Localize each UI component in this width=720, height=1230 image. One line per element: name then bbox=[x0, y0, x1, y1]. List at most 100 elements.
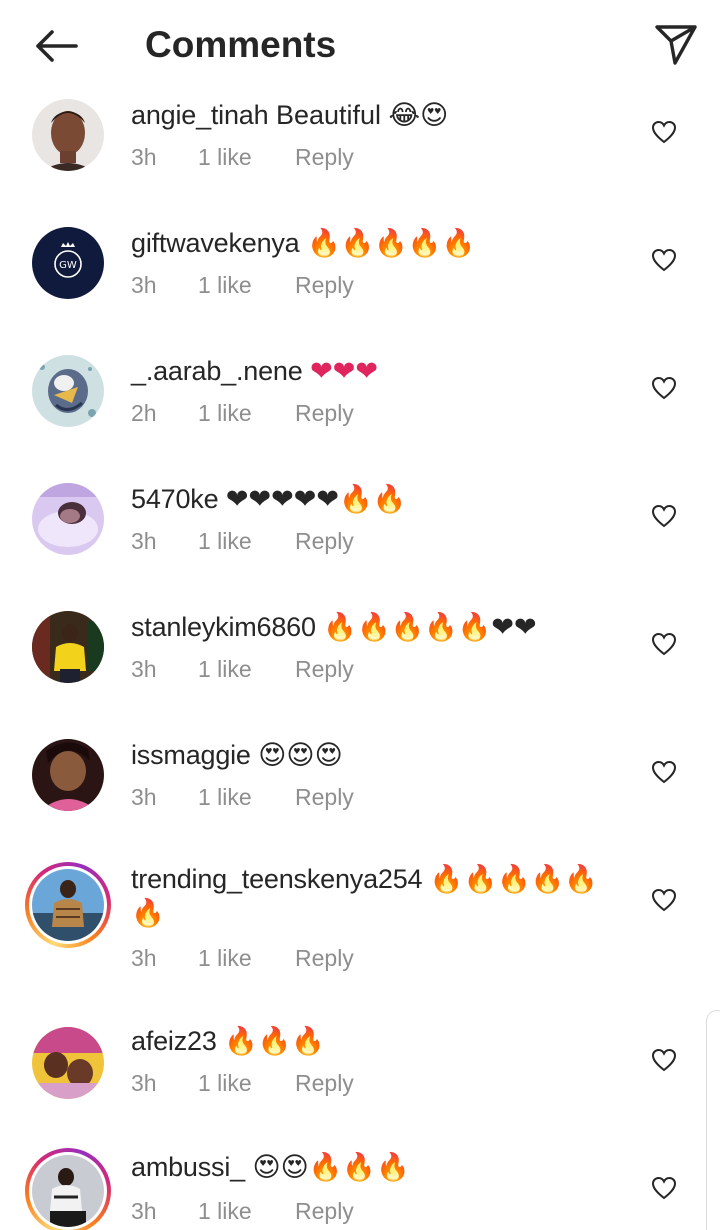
comment-content: issmaggie 😍😍😍 bbox=[131, 738, 631, 772]
comment-time: 3h bbox=[131, 945, 157, 971]
comment-username[interactable]: trending_teenskenya254 bbox=[131, 864, 423, 894]
avatar-image bbox=[32, 99, 104, 171]
avatar-monogram: GW bbox=[59, 260, 77, 271]
scroll-handle[interactable] bbox=[706, 1010, 720, 1230]
comment-time: 3h bbox=[131, 1198, 157, 1224]
comment-username[interactable]: giftwavekenya bbox=[131, 228, 300, 258]
comment-likes[interactable]: 1 like bbox=[198, 943, 295, 973]
comment-likes[interactable]: 1 like bbox=[198, 1068, 295, 1098]
avatar[interactable] bbox=[32, 611, 104, 683]
comment-likes[interactable]: 1 like bbox=[198, 142, 295, 172]
avatar-image: GW bbox=[32, 227, 104, 299]
reply-button[interactable]: Reply bbox=[295, 782, 354, 812]
reply-button[interactable]: Reply bbox=[295, 654, 354, 684]
comment-likes[interactable]: 1 like bbox=[198, 270, 295, 300]
comment-username[interactable]: stanleykim6860 bbox=[131, 612, 316, 642]
like-button[interactable] bbox=[648, 372, 680, 404]
comment-text: Beautiful 😂😍 bbox=[275, 100, 449, 130]
comment-content: _.aarab_.nene ❤❤❤ bbox=[131, 354, 631, 388]
comment-username[interactable]: 5470ke bbox=[131, 484, 219, 514]
reply-button[interactable]: Reply bbox=[295, 1196, 354, 1226]
comment-item: ambussi_ 😍😍🔥🔥🔥 3h 1 like Reply bbox=[0, 1148, 720, 1230]
comment-meta: 3h 1 like Reply bbox=[131, 654, 354, 684]
heart-outline-icon bbox=[651, 504, 677, 528]
comments-screen: Comments angie_tinah Beautiful 😂😍 3h 1 li… bbox=[0, 0, 720, 1230]
like-button[interactable] bbox=[648, 1172, 680, 1204]
comment-username[interactable]: ambussi_ bbox=[131, 1152, 245, 1182]
reply-button[interactable]: Reply bbox=[295, 142, 354, 172]
like-button[interactable] bbox=[648, 244, 680, 276]
comment-meta: 3h 1 like Reply bbox=[131, 1196, 354, 1226]
comment-content: angie_tinah Beautiful 😂😍 bbox=[131, 98, 631, 132]
reply-button[interactable]: Reply bbox=[295, 1068, 354, 1098]
avatar-image bbox=[32, 355, 104, 427]
comment-item: trending_teenskenya254 🔥🔥🔥🔥🔥🔥 3h 1 like Re… bbox=[0, 862, 720, 1002]
comment-text: 🔥🔥🔥🔥🔥 bbox=[307, 228, 476, 258]
comment-likes[interactable]: 1 like bbox=[198, 1196, 295, 1226]
comment-content: giftwavekenya 🔥🔥🔥🔥🔥 bbox=[131, 226, 631, 260]
comment-likes[interactable]: 1 like bbox=[198, 398, 295, 428]
comment-meta: 3h 1 like Reply bbox=[131, 782, 354, 812]
avatar[interactable] bbox=[32, 1027, 104, 1099]
comment-likes[interactable]: 1 like bbox=[198, 654, 295, 684]
like-button[interactable] bbox=[648, 500, 680, 532]
comment-username[interactable]: angie_tinah bbox=[131, 100, 269, 130]
reply-button[interactable]: Reply bbox=[295, 526, 354, 556]
avatar-story-ring[interactable] bbox=[25, 1148, 111, 1230]
like-button[interactable] bbox=[648, 1044, 680, 1076]
comment-text: 🔥🔥🔥 bbox=[224, 1026, 326, 1056]
comment-content: 5470ke ❤❤❤❤❤🔥🔥 bbox=[131, 482, 631, 516]
comment-text: ❤❤❤ bbox=[310, 356, 378, 386]
comment-item: afeiz23 🔥🔥🔥 3h 1 like Reply bbox=[0, 1024, 720, 1134]
comment-username[interactable]: afeiz23 bbox=[131, 1026, 217, 1056]
back-button[interactable] bbox=[26, 20, 86, 72]
comment-content: stanleykim6860 🔥🔥🔥🔥🔥❤❤ bbox=[131, 610, 631, 644]
heart-outline-icon bbox=[651, 1176, 677, 1200]
avatar[interactable] bbox=[32, 483, 104, 555]
heart-outline-icon bbox=[651, 248, 677, 272]
heart-outline-icon bbox=[651, 632, 677, 656]
like-button[interactable] bbox=[648, 756, 680, 788]
comment-meta: 3h 1 like Reply bbox=[131, 1068, 354, 1098]
comment-likes[interactable]: 1 like bbox=[198, 782, 295, 812]
paper-plane-icon bbox=[655, 25, 697, 65]
avatar[interactable] bbox=[32, 99, 104, 171]
avatar-image bbox=[32, 739, 104, 811]
comment-item: stanleykim6860 🔥🔥🔥🔥🔥❤❤ 3h 1 like Reply bbox=[0, 610, 720, 720]
comment-content: trending_teenskenya254 🔥🔥🔥🔥🔥🔥 bbox=[131, 862, 621, 930]
avatar[interactable] bbox=[32, 355, 104, 427]
comment-username[interactable]: issmaggie bbox=[131, 740, 251, 770]
avatar-image bbox=[32, 1027, 104, 1099]
like-button[interactable] bbox=[648, 116, 680, 148]
comment-meta: 3h 1 like Reply bbox=[131, 526, 354, 556]
header-bar: Comments bbox=[0, 0, 720, 90]
comment-meta: 3h 1 like Reply bbox=[131, 142, 354, 172]
avatar[interactable] bbox=[32, 739, 104, 811]
comment-time: 2h bbox=[131, 400, 157, 426]
comment-meta: 3h 1 like Reply bbox=[131, 943, 354, 973]
comment-time: 3h bbox=[131, 272, 157, 298]
comment-time: 3h bbox=[131, 528, 157, 554]
share-button[interactable] bbox=[650, 18, 702, 70]
comment-text: 🔥🔥🔥🔥🔥❤❤ bbox=[323, 612, 537, 642]
comment-item: issmaggie 😍😍😍 3h 1 like Reply bbox=[0, 738, 720, 848]
comment-time: 3h bbox=[131, 144, 157, 170]
reply-button[interactable]: Reply bbox=[295, 398, 354, 428]
like-button[interactable] bbox=[648, 884, 680, 916]
avatar-image bbox=[32, 1155, 104, 1227]
comment-likes[interactable]: 1 like bbox=[198, 526, 295, 556]
reply-button[interactable]: Reply bbox=[295, 270, 354, 300]
avatar[interactable]: GW bbox=[32, 227, 104, 299]
comment-time: 3h bbox=[131, 1070, 157, 1096]
comment-username[interactable]: _.aarab_.nene bbox=[131, 356, 303, 386]
comment-text: 😍😍😍 bbox=[258, 740, 343, 770]
comment-item: 5470ke ❤❤❤❤❤🔥🔥 3h 1 like Reply bbox=[0, 482, 720, 592]
like-button[interactable] bbox=[648, 628, 680, 660]
comment-item: angie_tinah Beautiful 😂😍 3h 1 like Reply bbox=[0, 98, 720, 208]
avatar-story-ring[interactable] bbox=[25, 862, 111, 948]
comment-time: 3h bbox=[131, 656, 157, 682]
comment-text: 😍😍🔥🔥🔥 bbox=[252, 1152, 410, 1182]
reply-button[interactable]: Reply bbox=[295, 943, 354, 973]
comment-content: afeiz23 🔥🔥🔥 bbox=[131, 1024, 631, 1058]
avatar-image bbox=[32, 611, 104, 683]
